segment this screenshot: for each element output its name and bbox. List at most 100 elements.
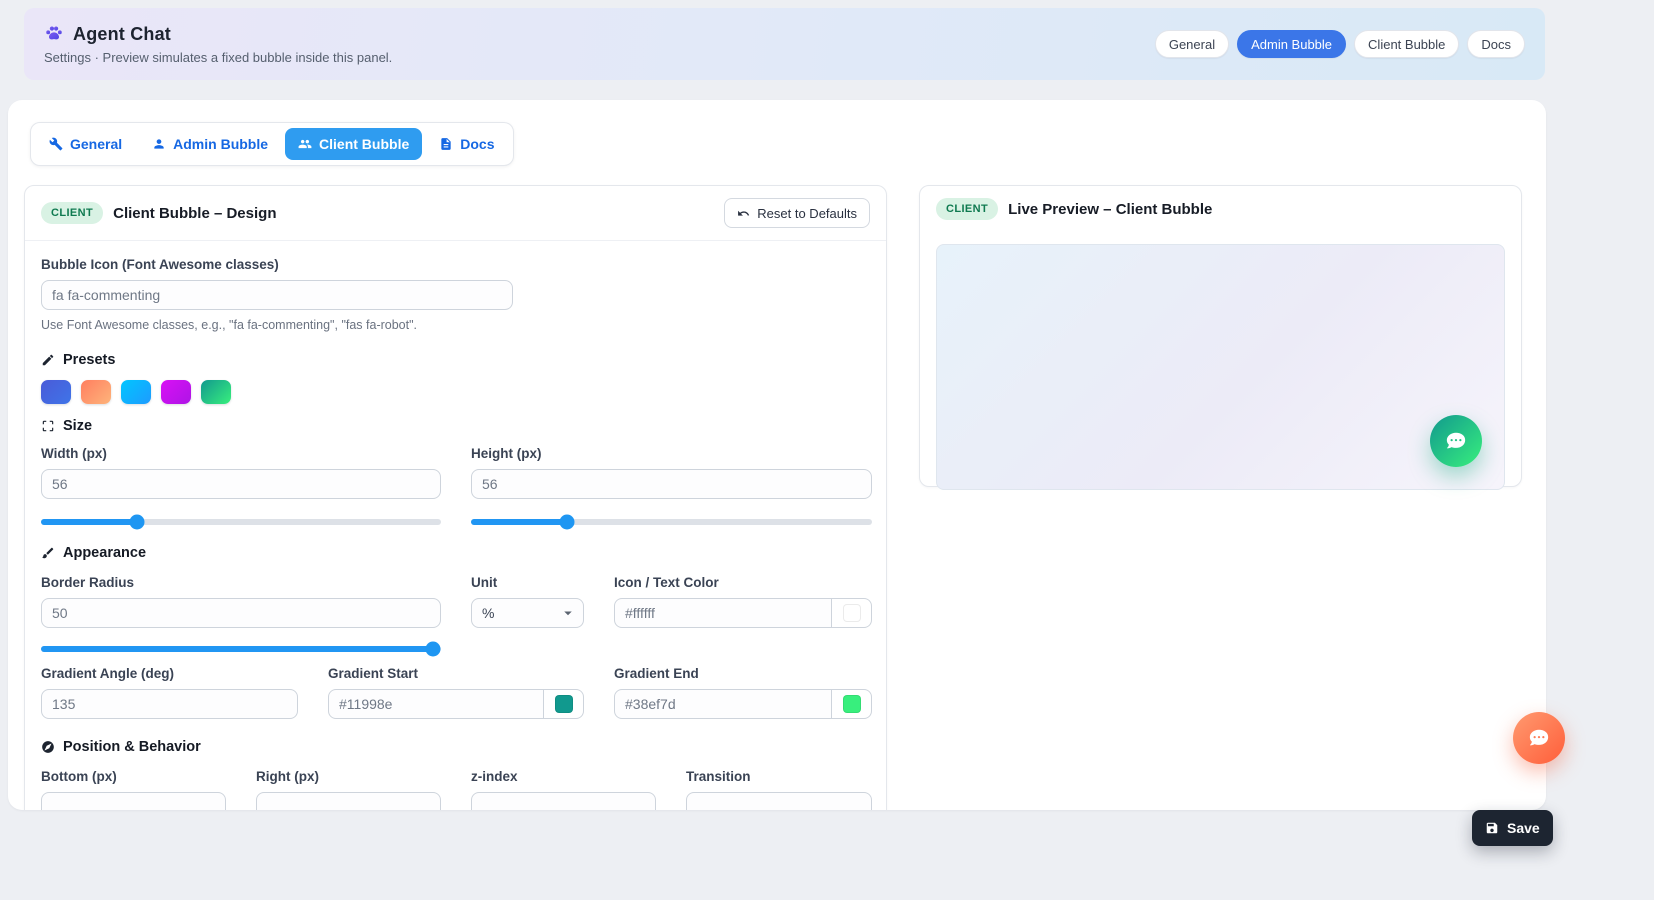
preset-swatch-green[interactable]	[201, 380, 231, 404]
tab-docs[interactable]: Docs	[426, 128, 507, 160]
unit-select[interactable]: %	[471, 598, 584, 628]
header-nav-general[interactable]: General	[1155, 30, 1229, 58]
header-nav-client-bubble[interactable]: Client Bubble	[1354, 30, 1459, 58]
right-input[interactable]	[256, 792, 441, 810]
size-label: Size	[63, 418, 92, 434]
gradient-end-chip	[843, 695, 861, 713]
gradient-start-chip	[555, 695, 573, 713]
tab-client-bubble[interactable]: Client Bubble	[285, 128, 422, 160]
height-input[interactable]	[471, 469, 872, 499]
slider-fill	[41, 519, 137, 525]
header-nav-docs[interactable]: Docs	[1467, 30, 1525, 58]
client-badge: CLIENT	[936, 198, 998, 220]
transition-label: Transition	[686, 769, 872, 784]
preset-swatch-blue[interactable]	[41, 380, 71, 404]
reset-label: Reset to Defaults	[757, 206, 857, 221]
preview-card: CLIENT Live Preview – Client Bubble	[919, 185, 1522, 487]
border-radius-slider[interactable]	[41, 646, 441, 652]
floating-chat-bubble[interactable]	[1513, 712, 1565, 764]
tab-label: Docs	[460, 136, 494, 152]
transition-input[interactable]	[686, 792, 872, 810]
icon-color-picker[interactable]	[832, 598, 872, 628]
tab-bar: General Admin Bubble Client Bubble Docs	[30, 122, 514, 166]
width-label: Width (px)	[41, 446, 441, 461]
user-icon	[152, 137, 166, 151]
preset-swatch-cyan[interactable]	[121, 380, 151, 404]
presets-heading: Presets	[41, 352, 870, 368]
height-slider[interactable]	[471, 519, 872, 525]
preset-swatches	[41, 380, 870, 404]
size-heading: Size	[41, 418, 870, 434]
preview-area	[936, 244, 1505, 490]
border-radius-field: Border Radius	[41, 575, 441, 628]
bubble-icon-input[interactable]	[41, 280, 513, 310]
bottom-field: Bottom (px)	[41, 769, 226, 810]
gradient-angle-label: Gradient Angle (deg)	[41, 666, 298, 681]
chat-dots-icon	[1528, 727, 1550, 749]
page-subtitle: Settings · Preview simulates a fixed bub…	[44, 50, 392, 65]
position-label: Position & Behavior	[63, 739, 201, 755]
page-title: Agent Chat	[73, 24, 171, 45]
preset-swatch-orange[interactable]	[81, 380, 111, 404]
bubble-icon-help: Use Font Awesome classes, e.g., "fa fa-c…	[41, 318, 870, 332]
border-radius-input[interactable]	[41, 598, 441, 628]
unit-label: Unit	[471, 575, 584, 590]
width-slider[interactable]	[41, 519, 441, 525]
preview-card-header: CLIENT Live Preview – Client Bubble	[920, 186, 1521, 232]
reset-defaults-button[interactable]: Reset to Defaults	[724, 198, 870, 228]
gradient-end-picker[interactable]	[832, 689, 872, 719]
slider-thumb[interactable]	[130, 515, 145, 530]
expand-icon	[41, 419, 55, 433]
main-panel: General Admin Bubble Client Bubble Docs …	[8, 100, 1546, 810]
width-field: Width (px)	[41, 446, 441, 525]
save-icon	[1485, 821, 1499, 835]
gradient-start-picker[interactable]	[544, 689, 584, 719]
right-label: Right (px)	[256, 769, 441, 784]
presets-label: Presets	[63, 352, 115, 368]
gradient-angle-field: Gradient Angle (deg)	[41, 666, 298, 719]
gradient-start-input[interactable]	[328, 689, 544, 719]
slider-thumb[interactable]	[426, 642, 441, 657]
tab-label: Admin Bubble	[173, 136, 268, 152]
tab-label: General	[70, 136, 122, 152]
gradient-end-input[interactable]	[614, 689, 832, 719]
bottom-input[interactable]	[41, 792, 226, 810]
brush-icon	[41, 546, 55, 560]
design-card: CLIENT Client Bubble – Design Reset to D…	[24, 185, 887, 810]
unit-value: %	[482, 605, 494, 621]
save-button[interactable]: Save	[1472, 810, 1553, 846]
gradient-end-label: Gradient End	[614, 666, 872, 681]
save-label: Save	[1507, 820, 1540, 836]
icon-color-label: Icon / Text Color	[614, 575, 872, 590]
preview-card-title: Live Preview – Client Bubble	[1008, 201, 1212, 218]
width-input[interactable]	[41, 469, 441, 499]
bubble-icon-label: Bubble Icon (Font Awesome classes)	[41, 257, 870, 272]
icon-color-input[interactable]	[614, 598, 832, 628]
slider-fill	[41, 646, 433, 652]
zindex-label: z-index	[471, 769, 656, 784]
pencil-icon	[41, 353, 55, 367]
transition-field: Transition	[686, 769, 872, 810]
preset-swatch-magenta[interactable]	[161, 380, 191, 404]
tab-label: Client Bubble	[319, 136, 409, 152]
header-title-block: Agent Chat Settings · Preview simulates …	[44, 24, 392, 65]
chevron-down-icon	[559, 604, 577, 622]
appearance-label: Appearance	[63, 545, 146, 561]
header-nav: General Admin Bubble Client Bubble Docs	[1155, 30, 1525, 58]
slider-thumb[interactable]	[560, 515, 575, 530]
slider-fill	[471, 519, 567, 525]
header-nav-admin-bubble[interactable]: Admin Bubble	[1237, 30, 1346, 58]
preview-chat-bubble[interactable]	[1430, 415, 1482, 467]
book-icon	[439, 137, 453, 151]
compass-icon	[41, 740, 55, 754]
icon-color-field: Icon / Text Color	[614, 575, 872, 628]
tab-admin-bubble[interactable]: Admin Bubble	[139, 128, 281, 160]
zindex-input[interactable]	[471, 792, 656, 810]
users-icon	[298, 137, 312, 151]
position-heading: Position & Behavior	[41, 739, 870, 755]
client-badge: CLIENT	[41, 202, 103, 224]
gradient-angle-input[interactable]	[41, 689, 298, 719]
gradient-start-label: Gradient Start	[328, 666, 584, 681]
tab-general[interactable]: General	[36, 128, 135, 160]
design-card-title: Client Bubble – Design	[113, 205, 276, 222]
